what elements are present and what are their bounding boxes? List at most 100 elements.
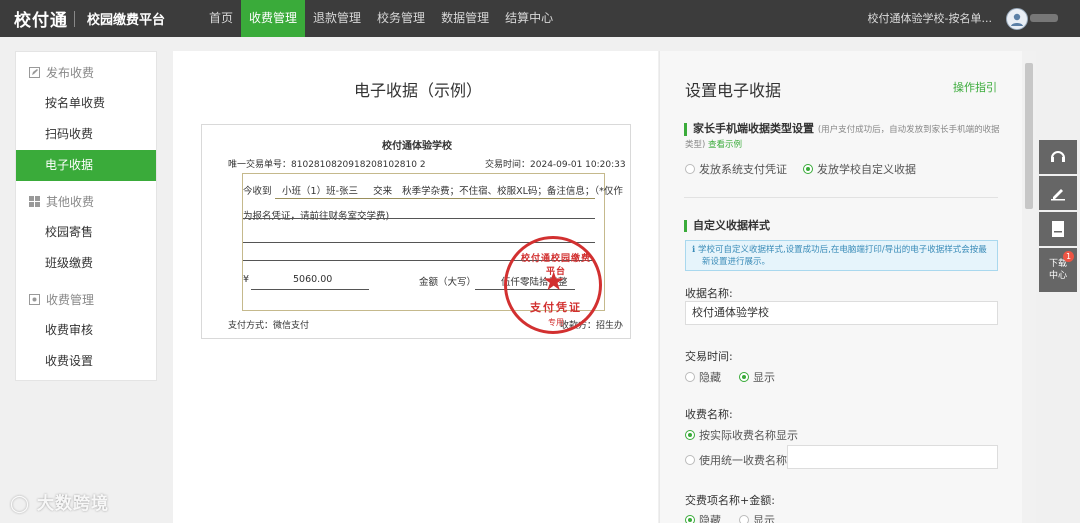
watermark-text: 大数跨境 [36,494,109,514]
nav-refund[interactable]: 退款管理 [305,0,369,37]
guide-link[interactable]: 操作指引 [953,79,997,95]
underline [251,289,369,290]
logo-divider [74,10,75,27]
nav-home[interactable]: 首页 [201,0,241,37]
radio-label: 按实际收费名称显示 [699,429,798,442]
user-icon [1011,13,1023,26]
sidebar-item-class-fee[interactable]: 班级缴费 [16,248,156,279]
radio-label: 发放学校自定义收据 [817,163,916,176]
payer-name: 小班（1）班-张三 [282,186,359,197]
scrollbar[interactable] [1022,51,1036,523]
username-redacted[interactable] [1030,14,1058,22]
document-button[interactable] [1039,212,1077,246]
nav-data[interactable]: 数据管理 [433,0,497,37]
info-line-2: 新设置进行展示。 [702,257,771,267]
receipt-txn: 唯一交易单号：8102810820918208102810 2 [228,157,426,170]
receipt-line-1: 今收到 小班（1）班-张三 交来 秋季学杂费；不住宿、校服XL码；备注信息；（*… [243,183,623,197]
pay-method: 支付方式：微信支付 [228,318,309,331]
school-name[interactable]: 校付通体验学校-按名单... [868,0,992,37]
receipt-time: 交易时间：2024-09-01 10:20:33 [485,157,626,170]
nav-school-affairs[interactable]: 校务管理 [369,0,433,37]
sidebar-group-label: 发布收费 [46,66,95,80]
platform-title: 校园缴费平台 [87,13,166,28]
fee-name-option-unified: 使用统一收费名称 [685,452,787,468]
radio-hide-items[interactable] [685,515,695,523]
radio-show-time[interactable] [739,372,749,382]
amount-value: 5060.00 [293,274,333,285]
info-text: 学校可自定义收据样式,设置成功后,在电脑端打印/导出的电子收据样式会按最 [697,245,987,255]
items-amount-label: 交费项名称+金额: [685,494,775,507]
pen-icon [1051,189,1065,201]
time-value: 2024-09-01 10:20:33 [530,160,626,170]
sidebar-item-consignment[interactable]: 校园寄售 [16,217,156,248]
txn-label: 唯一交易单号： [228,160,292,170]
sidebar-item-e-receipt[interactable]: 电子收据 [16,150,156,181]
radio-unified-fee-name[interactable] [685,455,695,465]
issuer-value: 招生办 [596,321,624,331]
sidebar-item-fee-settings[interactable]: 收费设置 [16,346,156,377]
items-amount-options: 隐藏 显示 [685,512,775,523]
receipt-name-input[interactable]: 校付通体验学校 [685,301,998,325]
section-title: 自定义收据样式 [693,219,770,232]
items-line-2: 为报名凭证，请前往财务室交学费) [243,211,390,222]
sidebar-item-fee-review[interactable]: 收费审核 [16,315,156,346]
download-center-button[interactable]: 下载中心 1 [1039,248,1077,292]
underline [243,218,595,219]
sidebar-group-label: 收费管理 [46,293,95,307]
radio-show-items[interactable] [739,515,749,523]
section-custom-style: 自定义收据样式 [684,220,770,232]
receipt-type-options: 发放系统支付凭证 发放学校自定义收据 [685,161,916,177]
radio-system-receipt[interactable] [685,164,695,174]
time-label: 交易时间： [485,160,531,170]
official-stamp: 校付通校园缴费平台 ★ 支付凭证 专用 [504,236,602,334]
received-prefix: 今收到 [243,186,272,197]
scrollbar-thumb[interactable] [1025,63,1033,209]
sidebar-item-list-fee[interactable]: 按名单收费 [16,88,156,119]
sidebar-group-label: 其他收费 [46,195,95,209]
settings-panel: 设置电子收据 操作指引 家长手机端收据类型设置 (用户支付成功后，自动发放到家长… [659,51,1022,523]
section-title: 家长手机端收据类型设置 [693,122,814,135]
feedback-button[interactable] [1039,176,1077,210]
floating-toolbar: 下载中心 1 [1039,140,1077,294]
pay-word: 交来 [373,186,393,197]
view-example-link[interactable]: 查看示例 [708,140,742,150]
stamp-mid-text: 支付凭证 [530,301,582,314]
receipt-preview-panel: 电子收据（示例） 校付通体验学校 唯一交易单号：8102810820918208… [173,51,658,523]
logo[interactable]: 校付通 [0,6,74,31]
logo-text: 校付通 [14,11,68,31]
divider [684,197,998,198]
info-line-1: ℹ 学校可自定义收据样式,设置成功后,在电脑端打印/导出的电子收据样式会按最 [692,244,991,256]
radio-actual-fee-name[interactable] [685,430,695,440]
info-box: ℹ 学校可自定义收据样式,设置成功后,在电脑端打印/导出的电子收据样式会按最 新… [685,240,998,271]
section-note-2: 类型) 查看示例 [685,138,742,150]
nav-fee-management[interactable]: 收费管理 [241,0,306,37]
fee-name-label: 收费名称: [685,408,733,421]
sidebar-group-other: 其他收费 [16,186,156,217]
edit-icon [29,67,40,78]
sidebar-group-publish: 发布收费 [16,57,156,88]
sidebar-item-qr-fee[interactable]: 扫码收费 [16,119,156,150]
txn-number: 8102810820918208102810 2 [291,160,426,170]
radio-hide-time[interactable] [685,372,695,382]
gear-icon [29,294,40,305]
radio-label: 使用统一收费名称 [699,454,787,467]
headset-icon [1051,151,1065,162]
receipt-name-label: 收据名称: [685,287,733,300]
main-nav: 首页 收费管理 退款管理 校务管理 数据管理 结算中心 [201,0,561,37]
receipt-sample: 校付通体验学校 唯一交易单号：8102810820918208102810 2 … [201,124,631,339]
stamp-bottom-text: 专用 [548,318,564,327]
avatar[interactable] [1006,8,1028,30]
customer-service-button[interactable] [1039,140,1077,174]
underline [275,198,595,199]
radio-custom-receipt[interactable] [803,164,813,174]
settings-title: 设置电子收据 [685,81,782,100]
unified-fee-name-input[interactable] [787,445,998,469]
pay-method-value: 微信支付 [273,321,310,331]
nav-settlement[interactable]: 结算中心 [497,0,561,37]
radio-label: 显示 [753,514,775,523]
wechat-icon: ◯ [10,494,37,514]
download-count-badge: 1 [1063,251,1074,262]
radio-label: 隐藏 [699,514,721,523]
star-icon: ★ [542,267,566,297]
radio-label: 隐藏 [699,371,721,384]
